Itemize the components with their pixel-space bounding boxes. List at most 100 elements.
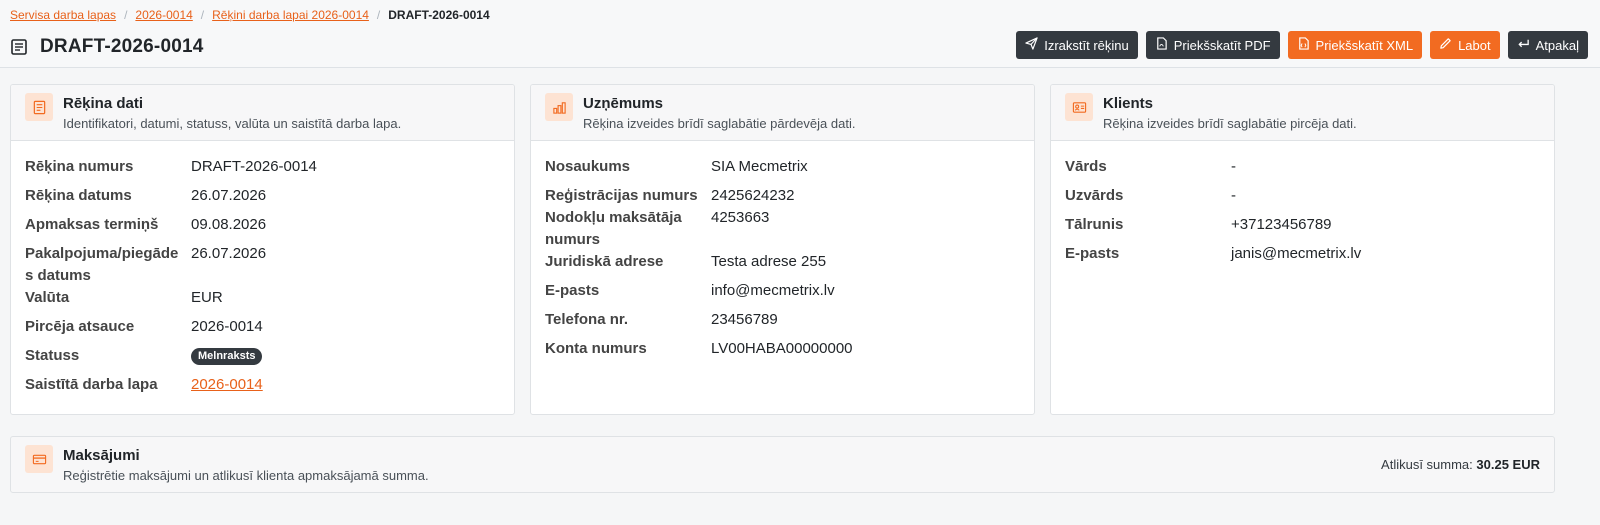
field-label: E-pasts (1065, 245, 1120, 262)
client-card: Klients Rēķina izveides brīdī saglabātie… (1050, 84, 1555, 415)
status-badge: Melnraksts (191, 347, 263, 365)
field-label: Juridiskā adrese (545, 252, 664, 270)
field-label: Vārds (1065, 158, 1107, 175)
field-label: E-pasts (545, 281, 600, 299)
breadcrumb-separator: / (376, 8, 381, 22)
breadcrumb-separator: / (200, 8, 205, 22)
field-label: Konta numurs (545, 339, 647, 357)
detail-row: Uzvārds - (1065, 185, 1540, 207)
id-card-icon (1065, 93, 1093, 121)
detail-row: Saistītā darba lapa 2026-0014 (25, 374, 500, 396)
card-body: Nosaukums SIA Mecmetrix Reģistrācijas num… (531, 141, 1034, 359)
field-value: 2026-0014 (191, 317, 263, 335)
card-subtitle: Rēķina izveides brīdī saglabātie pircēja… (1103, 116, 1357, 131)
field-label: Telefona nr. (545, 310, 629, 328)
field-label: Tālrunis (1065, 216, 1124, 233)
page-header: Servisa darba lapas / 2026-0014 / Rēķini… (0, 0, 1600, 68)
detail-row: Reģistrācijas numurs 2425624232 (545, 185, 1020, 207)
breadcrumb-separator: / (124, 8, 128, 22)
detail-row: Pircēja atsauce 2026-0014 (25, 316, 500, 338)
pencil-icon (1439, 37, 1452, 53)
breadcrumb: Servisa darba lapas / 2026-0014 / Rēķini… (10, 8, 490, 22)
field-label: Reģistrācijas numurs (545, 187, 698, 204)
field-label: Nodokļu maksātāja numurs (545, 209, 682, 248)
preview-xml-button[interactable]: Priekšskatīt XML (1287, 31, 1423, 59)
breadcrumb-current: DRAFT-2026-0014 (388, 8, 490, 22)
card-subtitle: Rēķina izveides brīdī saglabātie pārdevē… (583, 116, 856, 131)
detail-row: Juridiskā adrese Testa adrese 255 (545, 251, 1020, 273)
card-title: Uzņēmums (583, 95, 664, 112)
action-toolbar: Izrakstīt rēķinu Priekšskatīt PDF Priekš… (1016, 31, 1588, 59)
return-arrow-icon (1517, 37, 1530, 53)
back-label: Atpakaļ (1535, 37, 1579, 53)
detail-row: Pakalpojuma/piegādes datums 26.07.2026 (25, 243, 500, 286)
detail-row: Valūta EUR (25, 287, 500, 309)
breadcrumb-link-work-order[interactable]: 2026-0014 (135, 8, 192, 22)
field-value: 26.07.2026 (191, 245, 267, 262)
detail-row: Telefona nr. 23456789 (545, 309, 1020, 331)
card-title: Rēķina dati (63, 95, 144, 112)
edit-label: Labot (1458, 37, 1491, 53)
card-subtitle: Identifikatori, datumi, statuss, valūta … (63, 116, 402, 131)
field-value: 26.07.2026 (191, 187, 267, 204)
card-body: Rēķina numurs DRAFT-2026-0014 Rēķina datu… (11, 141, 514, 395)
card-header: Rēķina dati Identifikatori, datumi, stat… (11, 85, 514, 141)
detail-row: E-pasts janis@mecmetrix.lv (1065, 243, 1540, 265)
detail-row: Nosaukums SIA Mecmetrix (545, 156, 1020, 178)
invoice-icon (25, 93, 53, 121)
detail-row: Tālrunis +37123456789 (1065, 214, 1540, 236)
detail-row: Rēķina numurs DRAFT-2026-0014 (25, 156, 500, 178)
send-icon (1025, 37, 1038, 53)
back-button[interactable]: Atpakaļ (1507, 31, 1588, 59)
field-label: Saistītā darba lapa (25, 375, 158, 393)
preview-pdf-label: Priekšskatīt PDF (1173, 37, 1271, 53)
bar-chart-icon (545, 93, 573, 121)
breadcrumb-link-invoices[interactable]: Rēķini darba lapai 2026-0014 (212, 8, 369, 22)
company-card: Uzņēmums Rēķina izveides brīdī saglabāti… (530, 84, 1035, 415)
xml-file-icon (1297, 37, 1310, 53)
detail-row: E-pasts info@mecmetrix.lv (545, 280, 1020, 302)
title-row: DRAFT-2026-0014 (10, 36, 204, 58)
field-value: SIA Mecmetrix (711, 158, 808, 175)
status-cell: Melnraksts (191, 345, 500, 367)
edit-button[interactable]: Labot (1430, 31, 1500, 59)
card-header: Uzņēmums Rēķina izveides brīdī saglabāti… (531, 85, 1034, 141)
payments-title: Maksājumi (63, 447, 140, 464)
document-icon (10, 38, 28, 56)
detail-row: Konta numurs LV00HABA00000000 (545, 338, 1020, 360)
field-value: 4253663 (711, 209, 770, 226)
preview-xml-label: Priekšskatīt XML (1315, 37, 1414, 53)
page-title: DRAFT-2026-0014 (40, 36, 204, 57)
invoice-details-card: Rēķina dati Identifikatori, datumi, stat… (10, 84, 515, 415)
field-value: 23456789 (711, 310, 778, 328)
field-value: DRAFT-2026-0014 (191, 158, 317, 175)
field-label: Rēķina datums (25, 187, 132, 204)
field-label: Pircēja atsauce (25, 317, 135, 335)
issue-invoice-button[interactable]: Izrakstīt rēķinu (1016, 31, 1138, 59)
field-value: - (1231, 187, 1236, 204)
detail-row: Nodokļu maksātāja numurs 4253663 (545, 207, 1020, 250)
card-title: Klients (1103, 95, 1154, 112)
field-value: 2425624232 (711, 187, 795, 204)
detail-row: Statuss Melnraksts (25, 345, 500, 367)
field-label: Rēķina numurs (25, 158, 134, 175)
field-label: Statuss (25, 346, 80, 364)
field-label: Pakalpojuma/piegādes datums (25, 245, 179, 284)
remaining-value: 30.25 EUR (1476, 457, 1540, 472)
detail-row: Vārds - (1065, 156, 1540, 178)
card-body: Vārds - Uzvārds - Tālrunis +37123456789 E-p… (1051, 141, 1554, 265)
linked-work-order-link[interactable]: 2026-0014 (191, 376, 263, 393)
preview-pdf-button[interactable]: Priekšskatīt PDF (1145, 31, 1280, 59)
remaining-amount: Atlikusī summa: 30.25 EUR (1381, 457, 1540, 472)
detail-row: Rēķina datums 26.07.2026 (25, 185, 500, 207)
pdf-file-icon (1155, 37, 1168, 53)
field-value: LV00HABA00000000 (711, 339, 853, 357)
field-value: info@mecmetrix.lv (711, 281, 835, 299)
payments-panel: Maksājumi Reģistrētie maksājumi un atlik… (10, 436, 1555, 493)
detail-cards: Rēķina dati Identifikatori, datumi, stat… (10, 84, 1555, 415)
field-label: Uzvārds (1065, 187, 1124, 204)
credit-card-icon (25, 445, 53, 473)
field-value: +37123456789 (1231, 216, 1332, 233)
breadcrumb-link-work-orders[interactable]: Servisa darba lapas (10, 8, 116, 22)
linked-work-order-cell: 2026-0014 (191, 374, 500, 396)
